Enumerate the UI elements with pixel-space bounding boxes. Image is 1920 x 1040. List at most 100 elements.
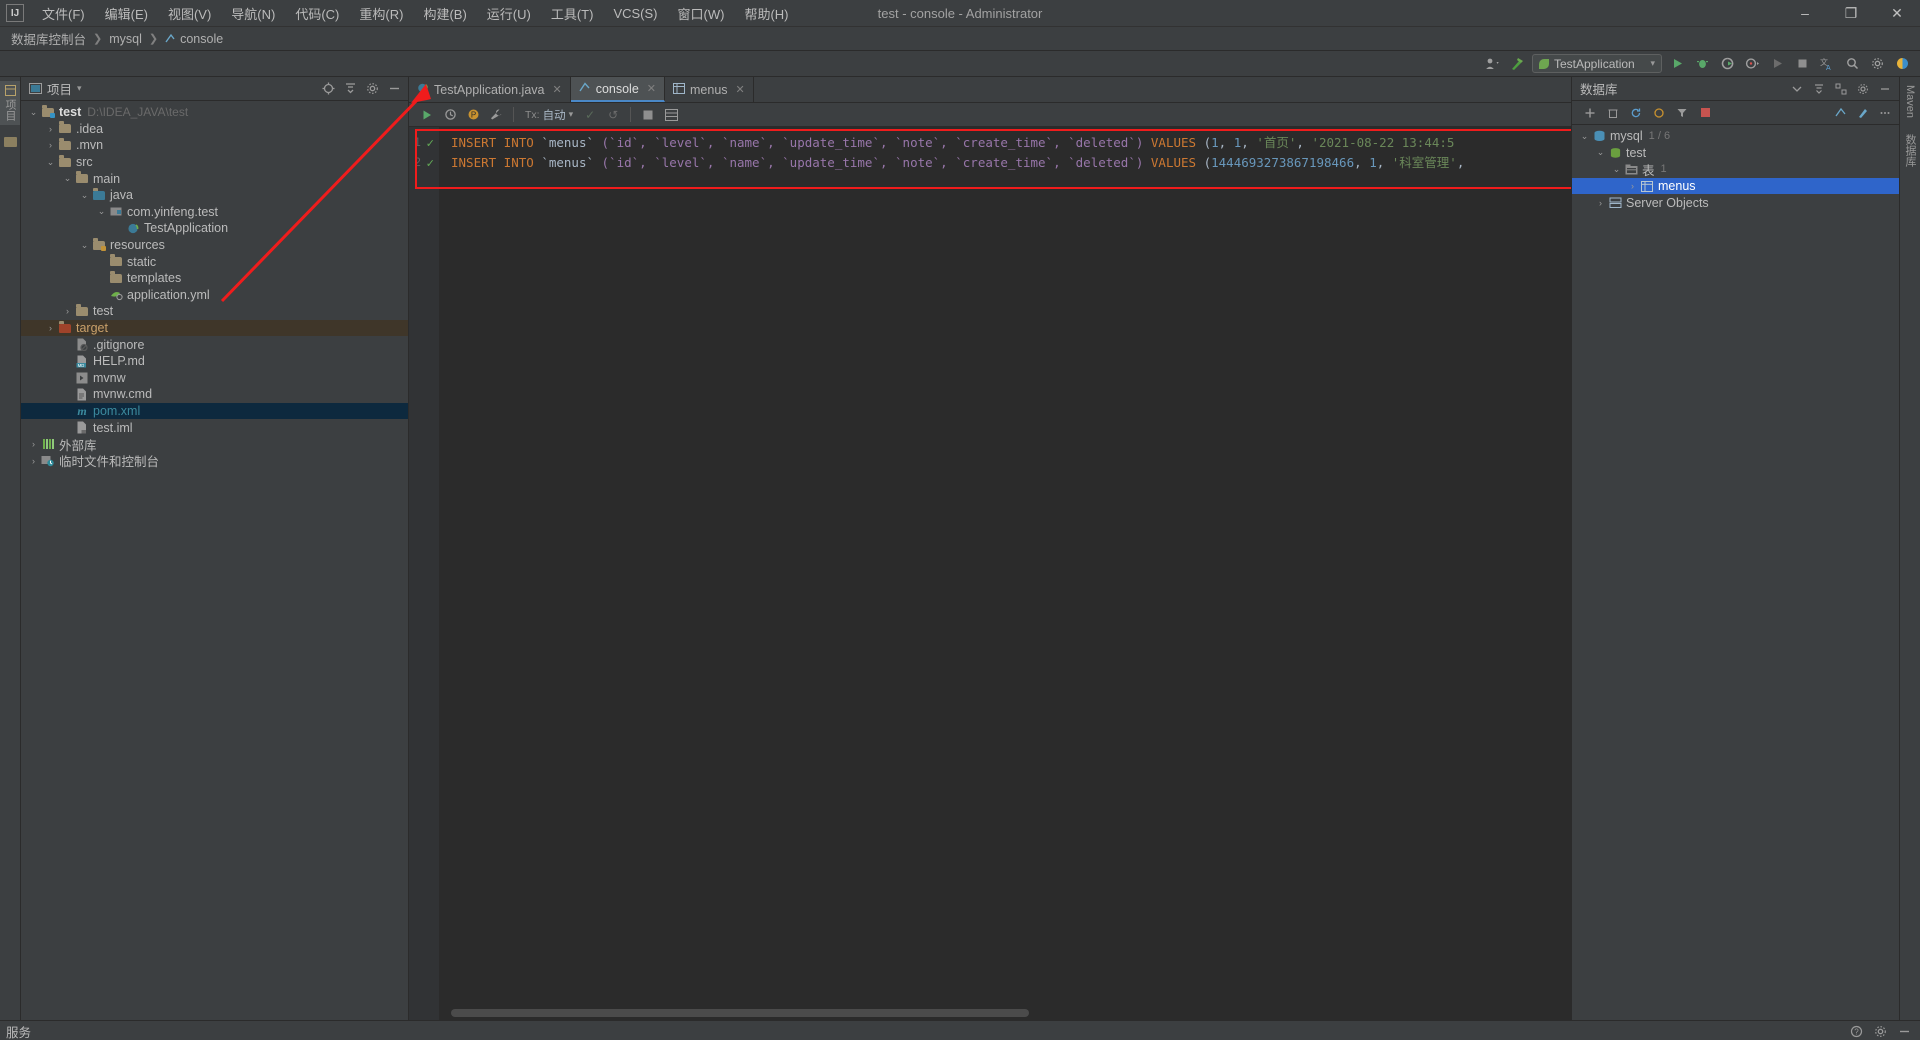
breadcrumb-console[interactable]: console xyxy=(162,31,226,47)
tree-expand-arrow[interactable]: › xyxy=(27,439,40,449)
database-tree-row[interactable]: › Server Objects xyxy=(1572,194,1899,211)
project-tree-row[interactable]: MD HELP.md xyxy=(21,353,408,370)
wrench-icon[interactable] xyxy=(486,105,506,125)
menu-code[interactable]: 代码(C) xyxy=(285,0,349,27)
add-datasource-icon[interactable] xyxy=(1580,103,1600,123)
tree-expand-arrow[interactable]: ⌄ xyxy=(27,107,40,118)
search-icon[interactable] xyxy=(1842,54,1862,74)
rail-button-project[interactable]: 项目 xyxy=(0,81,20,125)
project-tree-row[interactable]: static xyxy=(21,253,408,270)
database-tree-row[interactable]: › menus xyxy=(1572,177,1899,195)
refresh-icon[interactable] xyxy=(1626,103,1646,123)
project-tree-row[interactable]: ⌄ resources xyxy=(21,237,408,254)
settings-gear-icon[interactable] xyxy=(1870,1022,1890,1040)
folder-icon[interactable] xyxy=(3,137,17,147)
project-tree-row[interactable]: mvnw xyxy=(21,370,408,387)
run-icon[interactable] xyxy=(1667,54,1687,74)
project-tree-row[interactable]: mvnw.cmd xyxy=(21,386,408,403)
editor-tab[interactable]: TestApplication.java ✕ xyxy=(409,77,571,102)
delete-icon[interactable] xyxy=(1603,103,1623,123)
project-tree-row[interactable]: test.iml xyxy=(21,419,408,436)
run-coverage-icon[interactable] xyxy=(1717,54,1737,74)
grid-view-icon[interactable] xyxy=(661,105,681,125)
project-tree-row[interactable]: › .mvn xyxy=(21,137,408,154)
project-tree-row[interactable]: ⌄ src xyxy=(21,154,408,171)
tree-expand-arrow[interactable]: › xyxy=(44,323,57,333)
project-tree-row[interactable]: ⌄ java xyxy=(21,187,408,204)
history-icon[interactable] xyxy=(440,105,460,125)
color-settings-icon[interactable] xyxy=(1853,103,1873,123)
jump-to-console-icon[interactable] xyxy=(1831,103,1851,123)
filter-icon[interactable] xyxy=(1672,103,1692,123)
project-tree-row[interactable]: ⌄ test D:\IDEA_JAVA\test xyxy=(21,104,408,121)
plugin-icon[interactable] xyxy=(1892,54,1912,74)
menu-build[interactable]: 构建(B) xyxy=(413,0,476,27)
rerun-icon[interactable] xyxy=(1767,54,1787,74)
menu-edit[interactable]: 编辑(E) xyxy=(95,0,158,27)
debug-icon[interactable] xyxy=(1692,54,1712,74)
menu-window[interactable]: 窗口(W) xyxy=(668,0,735,27)
translate-icon[interactable]: 文A xyxy=(1817,54,1837,74)
project-tree-row[interactable]: › target xyxy=(21,319,408,337)
close-icon[interactable]: ✕ xyxy=(647,82,656,95)
menu-refactor[interactable]: 重构(R) xyxy=(349,0,413,27)
tree-expand-arrow[interactable]: › xyxy=(44,124,57,134)
build-hammer-icon[interactable] xyxy=(1507,54,1527,74)
project-tree[interactable]: ⌄ test D:\IDEA_JAVA\test › .idea › .mvn ⌄ src ⌄ ma… xyxy=(21,101,408,1020)
database-tree[interactable]: ⌄ mysql 1 / 6 ⌄ test ⌄ 表 1 › menus › Server Objects xyxy=(1572,125,1899,1020)
transaction-mode-selector[interactable]: Tx: 自动 ▾ xyxy=(521,107,577,123)
maximize-button[interactable]: ❐ xyxy=(1828,0,1874,27)
editor-code[interactable]: INSERT INTO `menus` (`id`, `level`, `nam… xyxy=(439,127,1571,1020)
project-tree-row[interactable]: application.yml xyxy=(21,287,408,304)
close-icon[interactable]: ✕ xyxy=(552,83,561,96)
tree-expand-arrow[interactable]: ⌄ xyxy=(1610,164,1623,175)
code-line[interactable]: INSERT INTO `menus` (`id`, `level`, `nam… xyxy=(439,153,1571,173)
editor-tab[interactable]: console ✕ xyxy=(570,77,666,102)
rail-button-database[interactable]: 数据库 xyxy=(1900,130,1920,171)
settings-gear-icon[interactable] xyxy=(1853,79,1873,99)
execute-statement-button[interactable] xyxy=(417,105,437,125)
collapse-all-icon[interactable] xyxy=(1809,79,1829,99)
profile-icon[interactable] xyxy=(1482,54,1502,74)
hide-panel-icon[interactable] xyxy=(384,79,404,99)
menu-tools[interactable]: 工具(T) xyxy=(541,0,604,27)
locate-file-icon[interactable] xyxy=(318,79,338,99)
profiler-attach-icon[interactable] xyxy=(1742,54,1762,74)
project-tree-row[interactable]: m pom.xml xyxy=(21,402,408,420)
settings-gear-icon[interactable] xyxy=(1867,54,1887,74)
group-icon[interactable] xyxy=(1831,79,1851,99)
project-tree-row[interactable]: › test xyxy=(21,303,408,320)
close-button[interactable]: ✕ xyxy=(1874,0,1920,27)
tree-expand-arrow[interactable]: › xyxy=(61,306,74,316)
project-tree-row[interactable]: templates xyxy=(21,270,408,287)
tree-expand-arrow[interactable]: ⌄ xyxy=(61,173,74,184)
close-icon[interactable]: ✕ xyxy=(736,83,745,96)
more-icon[interactable] xyxy=(1875,103,1895,123)
breadcrumb-database-console[interactable]: 数据库控制台 xyxy=(8,28,89,49)
stop-icon[interactable] xyxy=(1695,103,1715,123)
menu-file[interactable]: 文件(F) xyxy=(32,0,95,27)
project-tree-row[interactable]: TestApplication xyxy=(21,220,408,237)
sync-icon[interactable] xyxy=(1649,103,1669,123)
tree-expand-arrow[interactable]: › xyxy=(1594,198,1607,208)
commit-icon[interactable]: ✓ xyxy=(580,105,600,125)
tree-expand-arrow[interactable]: ⌄ xyxy=(78,190,91,201)
hide-panel-icon[interactable] xyxy=(1875,79,1895,99)
project-tree-row[interactable]: ⌄ main xyxy=(21,170,408,187)
project-tree-row[interactable]: .gitignore xyxy=(21,336,408,353)
project-tree-row[interactable]: › 临时文件和控制台 xyxy=(21,452,408,469)
database-tree-row[interactable]: ⌄ 表 1 xyxy=(1572,161,1899,178)
run-configuration-selector[interactable]: TestApplication ▾ xyxy=(1532,54,1662,73)
project-tree-row[interactable]: › .idea xyxy=(21,121,408,138)
menu-vcs[interactable]: VCS(S) xyxy=(603,2,667,25)
collapse-all-icon[interactable] xyxy=(340,79,360,99)
settings-gear-icon[interactable] xyxy=(362,79,382,99)
menu-navigate[interactable]: 导航(N) xyxy=(221,0,285,27)
menu-run[interactable]: 运行(U) xyxy=(477,0,541,27)
breadcrumb-mysql[interactable]: mysql xyxy=(106,31,145,47)
database-tree-row[interactable]: ⌄ mysql 1 / 6 xyxy=(1572,128,1899,145)
tree-expand-arrow[interactable]: ⌄ xyxy=(95,206,108,217)
rollback-icon[interactable]: ↺ xyxy=(603,105,623,125)
project-tree-row[interactable]: › 外部库 xyxy=(21,436,408,453)
editor-tab[interactable]: menus ✕ xyxy=(665,77,754,102)
